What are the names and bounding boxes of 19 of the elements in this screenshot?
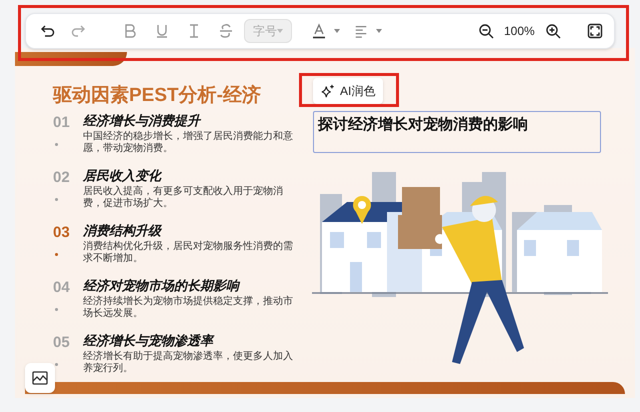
item-heading: 居民收入变化 bbox=[83, 167, 163, 184]
item-number: 01 bbox=[53, 113, 71, 133]
item-heading: 经济增长与消费提升 bbox=[83, 112, 202, 129]
item-number: 03 bbox=[53, 223, 71, 243]
item-description: 经济增长有助于提高宠物渗透率，使更多人加入养宠行列。 bbox=[83, 351, 293, 375]
item-heading: 消费结构升级 bbox=[83, 222, 163, 239]
item-description: 消费结构优化升级，居民对宠物服务性消费的需求不断增加。 bbox=[83, 241, 293, 265]
item-description: 居民收入提高，有更多可支配收入用于宠物消费，促进市场扩大。 bbox=[83, 186, 284, 210]
item-number: 04 bbox=[53, 278, 71, 298]
item-heading: 经济增长与宠物渗透率 bbox=[83, 332, 216, 349]
item-number: 05 bbox=[53, 333, 71, 353]
text-box[interactable]: 探讨经济增长对宠物消费的影响 bbox=[313, 111, 601, 153]
zoom-level: 100% bbox=[504, 23, 535, 40]
item-heading: 经济对宠物市场的长期影响 bbox=[83, 277, 242, 294]
ai-polish-button[interactable]: AI润色 bbox=[313, 78, 384, 104]
slide-title: 驱动因素PEST分析-经济 bbox=[53, 84, 261, 108]
item-description: 中国经济的稳步增长，增强了居民消费能力和意愿，带动宠物消费。 bbox=[83, 131, 293, 155]
item-number: 02 bbox=[53, 168, 71, 188]
item-description: 经济持续增长为宠物市场提供稳定支撑，推动市场长远发展。 bbox=[83, 296, 293, 320]
